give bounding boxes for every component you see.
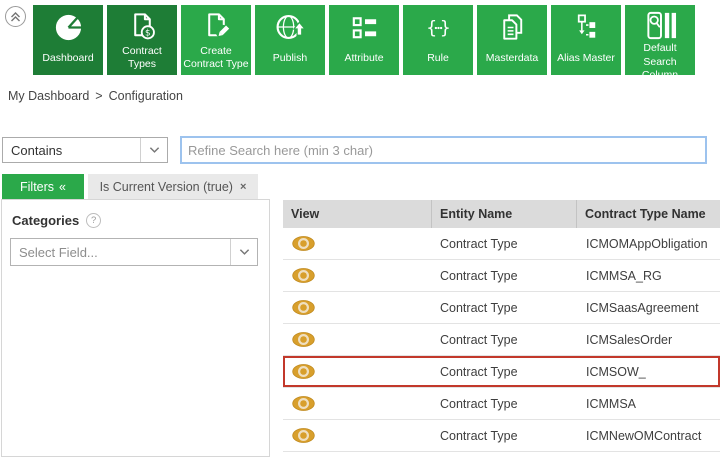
filters-toggle-label: Filters bbox=[20, 180, 54, 194]
eye-icon[interactable] bbox=[292, 236, 315, 251]
chevrons-left-icon: « bbox=[59, 180, 66, 194]
breadcrumb-separator: > bbox=[95, 89, 102, 103]
document-dollar-icon: $ bbox=[126, 9, 159, 45]
eye-icon[interactable] bbox=[292, 428, 315, 443]
contract-type-name-cell: ICMOMAppObligation bbox=[577, 228, 720, 259]
entity-name-cell: Contract Type bbox=[432, 292, 577, 323]
view-cell bbox=[283, 356, 432, 387]
help-icon[interactable]: ? bbox=[86, 213, 101, 228]
pie-chart-icon bbox=[52, 9, 85, 46]
table-row: Contract Type ICMNewOMContract bbox=[283, 420, 720, 452]
column-header-entity-name[interactable]: Entity Name bbox=[432, 200, 577, 228]
chevron-down-icon bbox=[230, 239, 257, 265]
view-cell bbox=[283, 228, 432, 259]
toolbar-button-label: Rule bbox=[426, 46, 450, 75]
entity-name-cell: Contract Type bbox=[432, 228, 577, 259]
view-cell bbox=[283, 260, 432, 291]
table-row: Contract Type ICMMSA_RG bbox=[283, 260, 720, 292]
table-header: View Entity Name Contract Type Name bbox=[283, 200, 720, 228]
entity-name-cell: Contract Type bbox=[432, 420, 577, 451]
breadcrumb: My Dashboard > Configuration bbox=[8, 89, 183, 103]
toolbar-button-label: Create Contract Type bbox=[181, 45, 251, 75]
toolbar-button-create-contract-type[interactable]: Create Contract Type bbox=[181, 5, 251, 75]
view-cell bbox=[283, 420, 432, 451]
contract-type-name-cell: ICMSalesOrder bbox=[577, 324, 720, 355]
view-cell bbox=[283, 292, 432, 323]
filters-toggle-button[interactable]: Filters « bbox=[2, 174, 84, 199]
stacked-documents-icon bbox=[496, 9, 529, 46]
toolbar-button-contract-types[interactable]: $ Contract Types bbox=[107, 5, 177, 75]
contract-type-name-cell: ICMSOW_ bbox=[577, 356, 720, 387]
toolbar-button-dashboard[interactable]: Dashboard bbox=[33, 5, 103, 75]
active-filter-label: Is Current Version (true) bbox=[100, 180, 233, 194]
category-field-select[interactable]: Select Field... bbox=[10, 238, 258, 266]
contract-type-name-cell: ICMMSA bbox=[577, 388, 720, 419]
view-cell bbox=[283, 324, 432, 355]
contract-type-name-cell: ICMSaasAgreement bbox=[577, 292, 720, 323]
toolbar-buttons: Dashboard $ Contract Types Create Contra… bbox=[33, 5, 695, 75]
table-row-highlighted: Contract Type ICMSOW_ bbox=[283, 356, 720, 388]
toolbar-button-default-search-column[interactable]: Default Search Column bbox=[625, 5, 695, 75]
view-cell bbox=[283, 388, 432, 419]
categories-title-row: Categories ? bbox=[12, 213, 269, 228]
toolbar-button-label: Publish bbox=[272, 46, 308, 75]
toolbar-button-label: Attribute bbox=[343, 46, 384, 75]
toolbar-button-label: Dashboard bbox=[41, 46, 94, 75]
contract-type-name-cell: ICMMSA_RG bbox=[577, 260, 720, 291]
globe-arrow-icon bbox=[274, 9, 307, 46]
toolbar-button-label: Masterdata bbox=[485, 46, 540, 75]
attribute-list-icon bbox=[348, 9, 381, 46]
eye-icon[interactable] bbox=[292, 332, 315, 347]
entity-name-cell: Contract Type bbox=[432, 356, 577, 387]
eye-icon[interactable] bbox=[292, 396, 315, 411]
column-header-contract-type-name[interactable]: Contract Type Name bbox=[577, 200, 720, 228]
entity-name-cell: Contract Type bbox=[432, 324, 577, 355]
search-operator-value: Contains bbox=[3, 143, 140, 158]
toolbar-button-label: Contract Types bbox=[107, 45, 177, 75]
chevrons-up-icon bbox=[9, 10, 22, 23]
eye-icon[interactable] bbox=[292, 364, 315, 379]
table-row: Contract Type ICMOMAppObligation bbox=[283, 228, 720, 260]
close-icon[interactable]: × bbox=[240, 181, 246, 193]
collapse-toolbar-button[interactable] bbox=[5, 6, 26, 27]
toolbar-button-label: Default Search Column bbox=[625, 42, 695, 86]
document-pencil-icon bbox=[200, 9, 233, 45]
chevron-down-icon bbox=[140, 138, 167, 162]
braces-icon: {} bbox=[422, 9, 455, 46]
eye-icon[interactable] bbox=[292, 300, 315, 315]
toolbar-button-attribute[interactable]: Attribute bbox=[329, 5, 399, 75]
eye-icon[interactable] bbox=[292, 268, 315, 283]
results-table: View Entity Name Contract Type Name Cont… bbox=[283, 200, 720, 452]
toolbar-button-masterdata[interactable]: Masterdata bbox=[477, 5, 547, 75]
entity-name-cell: Contract Type bbox=[432, 388, 577, 419]
table-row: Contract Type ICMSaasAgreement bbox=[283, 292, 720, 324]
toolbar-button-alias-master[interactable]: Alias Master bbox=[551, 5, 621, 75]
categories-panel: Categories ? Select Field... bbox=[1, 199, 270, 457]
search-input[interactable] bbox=[180, 136, 707, 164]
column-header-view[interactable]: View bbox=[283, 200, 432, 228]
categories-title: Categories bbox=[12, 213, 79, 228]
toolbar-button-rule[interactable]: {} Rule bbox=[403, 5, 473, 75]
table-row: Contract Type ICMSalesOrder bbox=[283, 324, 720, 356]
contract-type-name-cell: ICMNewOMContract bbox=[577, 420, 720, 451]
active-filter-tab[interactable]: Is Current Version (true) × bbox=[88, 174, 258, 199]
category-field-placeholder: Select Field... bbox=[11, 245, 230, 260]
table-row: Contract Type ICMMSA bbox=[283, 388, 720, 420]
svg-text:$: $ bbox=[145, 29, 151, 39]
breadcrumb-item-my-dashboard[interactable]: My Dashboard bbox=[8, 89, 89, 103]
hierarchy-icon bbox=[570, 9, 603, 46]
search-columns-icon bbox=[644, 9, 677, 42]
entity-name-cell: Contract Type bbox=[432, 260, 577, 291]
breadcrumb-item-configuration[interactable]: Configuration bbox=[109, 89, 183, 103]
toolbar-button-label: Alias Master bbox=[556, 46, 616, 75]
search-operator-select[interactable]: Contains bbox=[2, 137, 168, 163]
table-body: Contract Type ICMOMAppObligation Contrac… bbox=[283, 228, 720, 452]
toolbar-button-publish[interactable]: Publish bbox=[255, 5, 325, 75]
